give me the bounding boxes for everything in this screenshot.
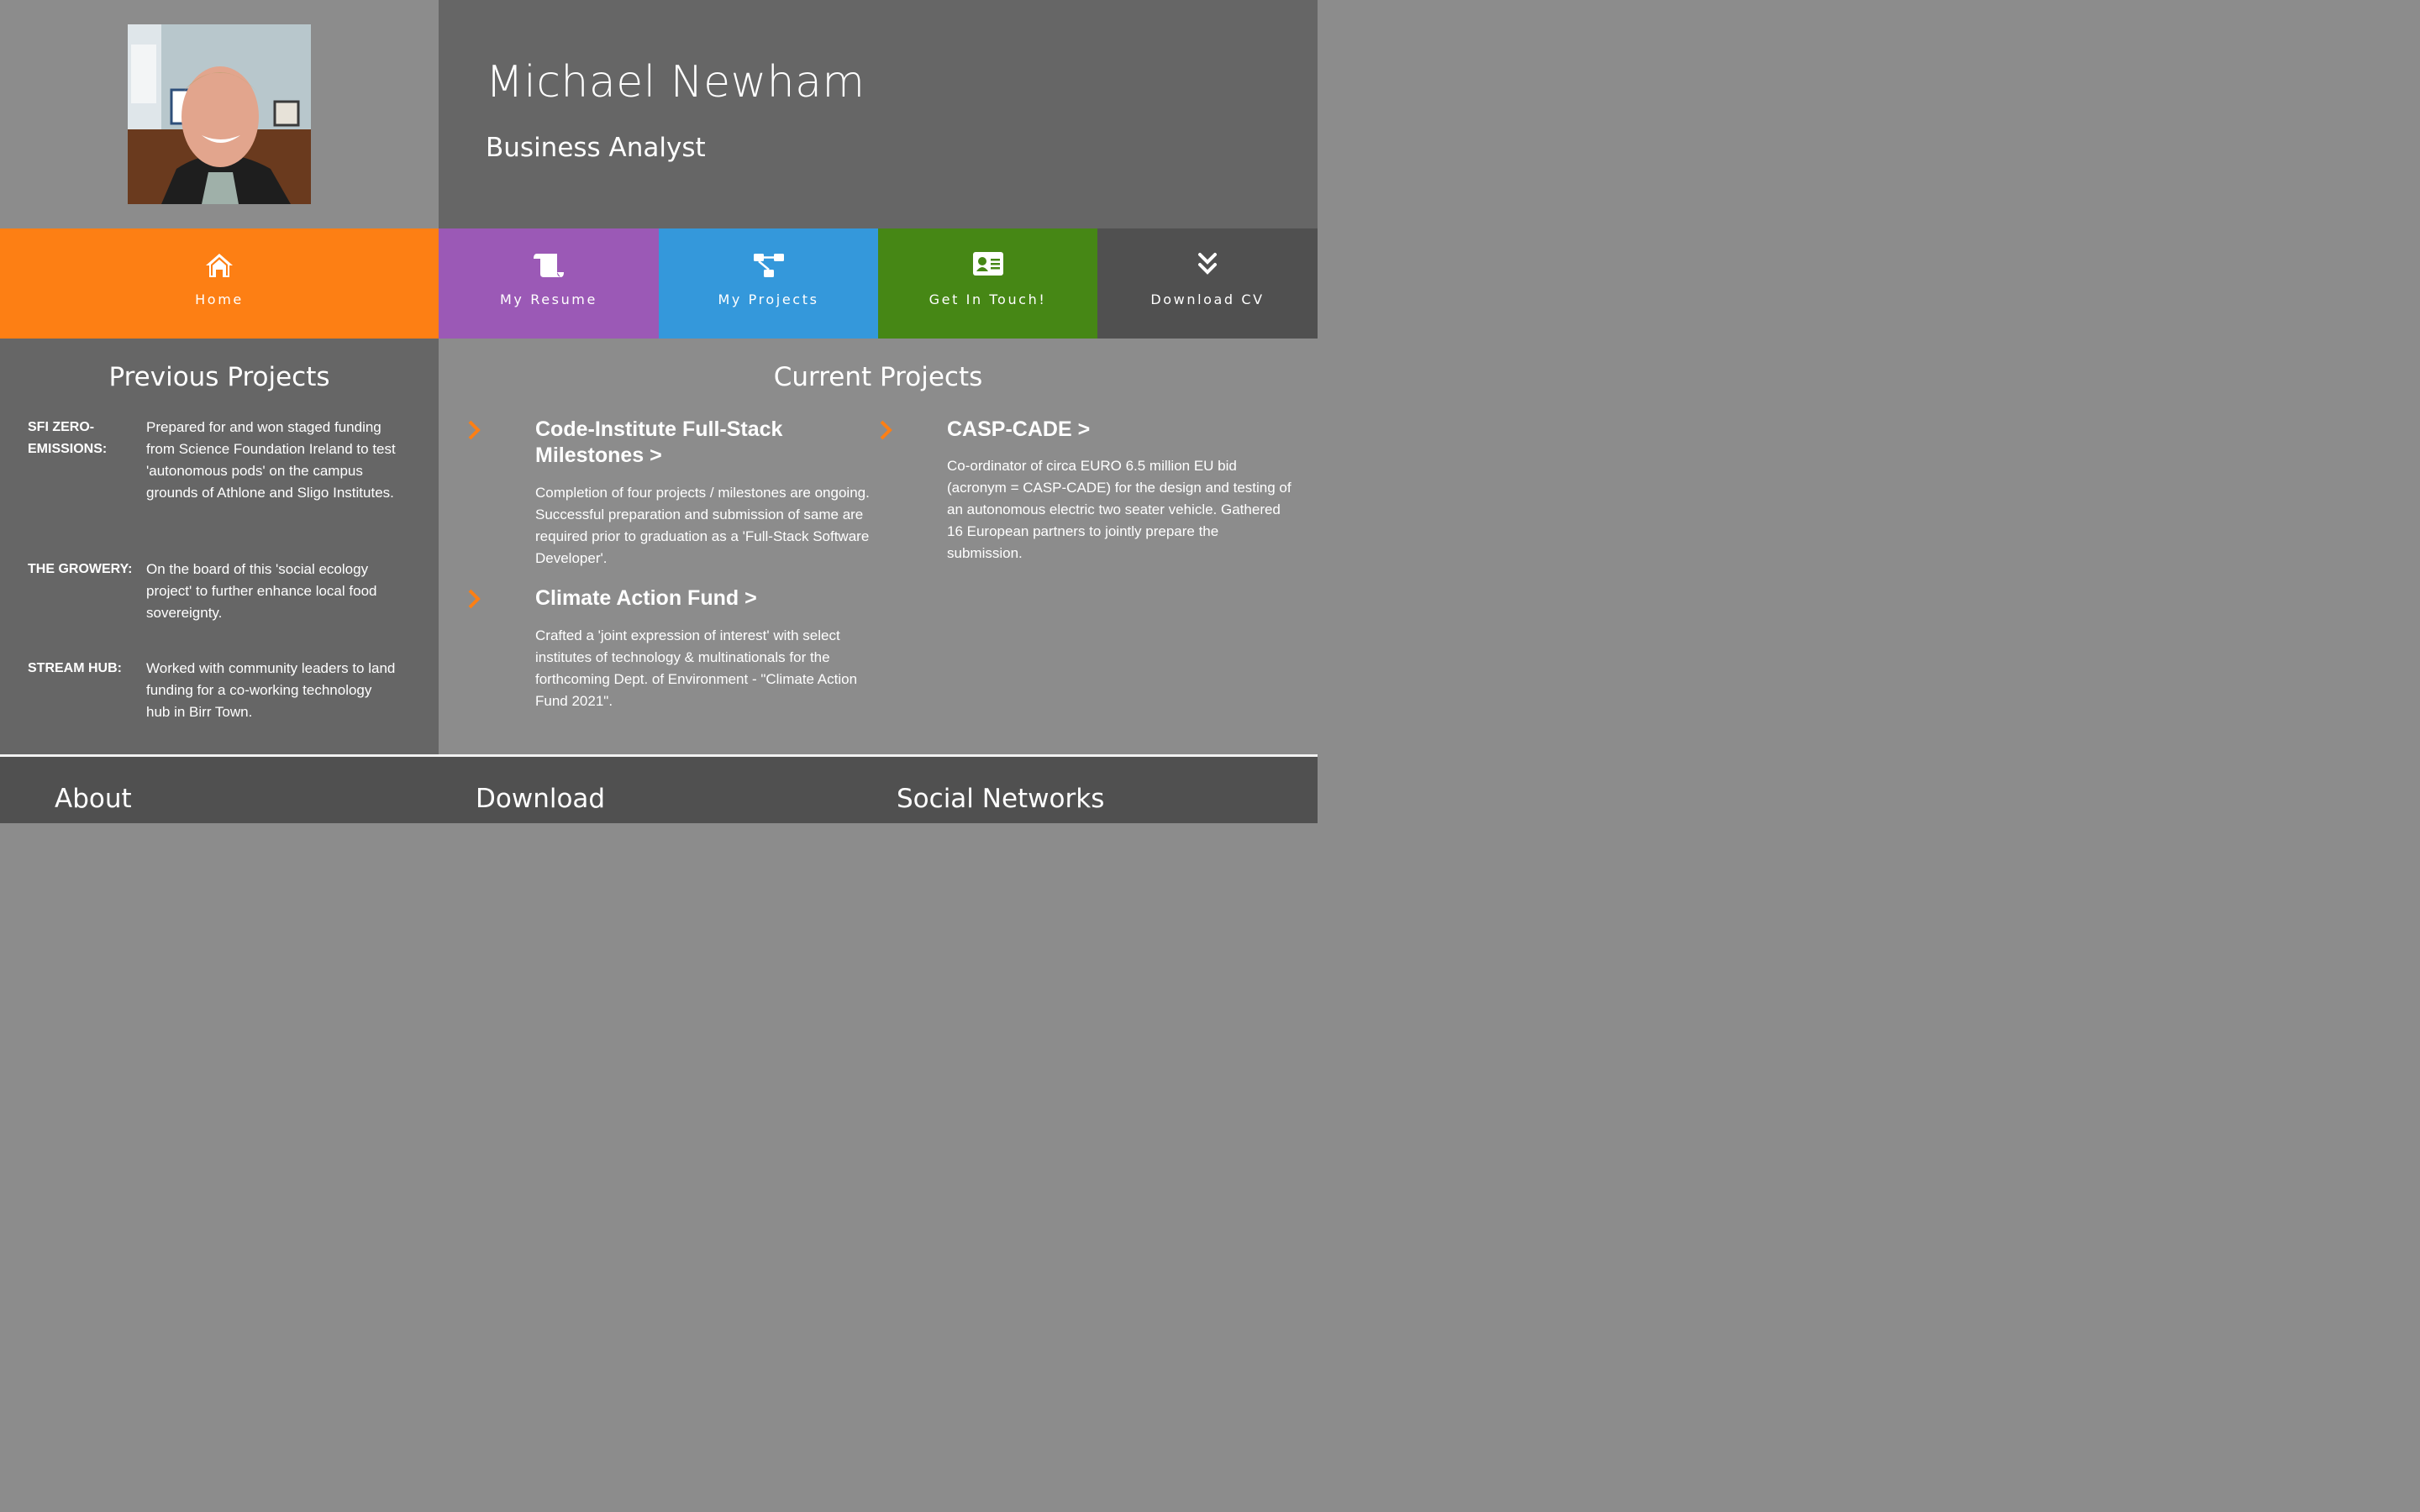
nav-resume-label: My Resume bbox=[500, 291, 597, 307]
header-photo-panel bbox=[0, 0, 439, 228]
previous-project-label: STREAM HUB: bbox=[28, 661, 122, 675]
footer-download-heading: Download bbox=[476, 784, 606, 814]
previous-projects-section: Previous Projects SFI ZERO-EMISSIONS: Pr… bbox=[0, 339, 439, 756]
project-link-climate-action[interactable]: Climate Action Fund > bbox=[535, 585, 871, 612]
previous-project-label: THE GROWERY: bbox=[28, 562, 133, 576]
current-projects-title: Current Projects bbox=[773, 362, 983, 392]
previous-projects-title: Previous Projects bbox=[108, 362, 330, 392]
home-icon bbox=[206, 254, 233, 277]
project-link-code-institute[interactable]: Code-Institute Full-Stack Milestones > bbox=[535, 417, 871, 469]
nav-projects[interactable]: My Projects bbox=[659, 228, 878, 339]
double-chevron-down-icon bbox=[1198, 253, 1217, 275]
profile-role: Business Analyst bbox=[486, 133, 706, 163]
scroll-icon bbox=[534, 254, 564, 277]
profile-name: Michael Newham bbox=[486, 57, 865, 108]
current-projects-section: Current Projects Code-Institute Full-Sta… bbox=[439, 339, 1318, 756]
footer-about-heading: About bbox=[55, 784, 132, 814]
header: Michael Newham Business Analyst bbox=[0, 0, 1318, 228]
header-title-panel: Michael Newham Business Analyst bbox=[439, 0, 1318, 228]
main-nav: Home My Resume My Projects Get In Touch! bbox=[0, 228, 1318, 339]
nav-home-label: Home bbox=[195, 291, 244, 307]
nav-contact-label: Get In Touch! bbox=[929, 291, 1047, 307]
nav-contact[interactable]: Get In Touch! bbox=[878, 228, 1097, 339]
nav-download-cv-label: Download CV bbox=[1150, 291, 1265, 307]
chevron-right-icon bbox=[468, 589, 481, 609]
sitemap-icon bbox=[753, 254, 784, 277]
chevron-right-icon bbox=[880, 420, 892, 440]
project-description: Completion of four projects / milestones… bbox=[535, 485, 870, 566]
nav-home[interactable]: Home bbox=[0, 228, 439, 339]
previous-project-text: Worked with community leaders to land fu… bbox=[146, 660, 396, 720]
profile-photo bbox=[128, 24, 311, 204]
chevron-right-icon bbox=[468, 420, 481, 440]
nav-projects-label: My Projects bbox=[718, 291, 819, 307]
project-link-casp-cade[interactable]: CASP-CADE > bbox=[947, 417, 1283, 443]
previous-project-label: SFI ZERO-EMISSIONS: bbox=[28, 420, 108, 456]
nav-download-cv[interactable]: Download CV bbox=[1097, 228, 1318, 339]
project-description: Co-ordinator of circa EURO 6.5 million E… bbox=[947, 458, 1292, 561]
nav-resume[interactable]: My Resume bbox=[439, 228, 659, 339]
footer: About Download Social Networks bbox=[0, 757, 1318, 823]
previous-project-text: Prepared for and won staged funding from… bbox=[146, 419, 396, 501]
footer-social-heading: Social Networks bbox=[897, 784, 1105, 814]
previous-project-text: On the board of this 'social ecology pro… bbox=[146, 561, 377, 621]
project-description: Crafted a 'joint expression of interest'… bbox=[535, 627, 858, 709]
id-card-icon bbox=[972, 252, 1003, 276]
